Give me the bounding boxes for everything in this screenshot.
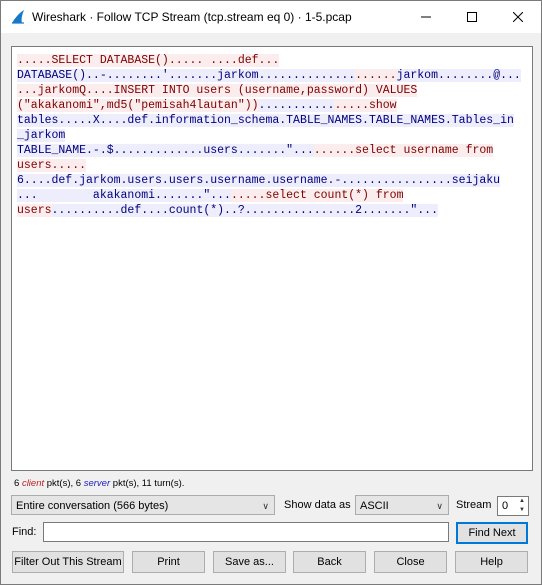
server-data: _jarkom xyxy=(17,129,66,142)
stream-line: users..........def....count(*)..?.......… xyxy=(17,203,527,218)
stream-line: tables.....X....def.information_schema.T… xyxy=(17,113,527,128)
spin-up-icon[interactable]: ▲ xyxy=(517,497,527,506)
close-icon xyxy=(513,12,523,22)
follow-stream-window: Wireshark · Follow TCP Stream (tcp.strea… xyxy=(0,0,542,585)
server-data: ... akakanomi......."... xyxy=(17,189,231,202)
stream-label: Stream xyxy=(456,499,492,511)
close-window-button[interactable] xyxy=(495,1,541,33)
conversation-select-value: Entire conversation (566 bytes) xyxy=(16,500,169,512)
stream-line: users..... xyxy=(17,158,527,173)
stream-stats: 6 client pkt(s), 6 server pkt(s), 11 tur… xyxy=(14,478,184,489)
find-label: Find: xyxy=(12,526,37,538)
minimize-button[interactable] xyxy=(403,1,449,33)
conversation-select[interactable]: Entire conversation (566 bytes) ∨ xyxy=(11,495,275,515)
show-data-value: ASCII xyxy=(360,500,389,512)
client-data: ...jarkomQ....INSERT INTO users (usernam… xyxy=(17,84,418,97)
client-data: .....select count(*) from xyxy=(230,189,404,202)
find-input[interactable] xyxy=(43,522,449,542)
minimize-icon xyxy=(421,16,431,18)
server-data: ..........def....count(*)..?............… xyxy=(51,204,438,217)
client-label: client xyxy=(21,478,45,489)
stream-line: 6....def.jarkom.users.users.username.use… xyxy=(17,173,527,188)
find-next-button[interactable]: Find Next xyxy=(456,522,528,544)
show-data-select[interactable]: ASCII ∨ xyxy=(355,495,449,515)
client-count: 6 xyxy=(14,478,20,489)
stream-content: .....SELECT DATABASE()..... ....def... DA… xyxy=(17,53,527,218)
title-bar[interactable]: Wireshark · Follow TCP Stream (tcp.strea… xyxy=(1,1,541,33)
chevron-down-icon: ∨ xyxy=(436,501,443,511)
stream-line: ... akakanomi......."........select coun… xyxy=(17,188,527,203)
back-button[interactable]: Back xyxy=(293,551,366,573)
client-data: users..... xyxy=(17,159,87,172)
server-data: DATABASE()..-........'.......jarkom.....… xyxy=(17,69,356,82)
chevron-down-icon: ∨ xyxy=(262,501,269,511)
stream-spinbox[interactable]: 0 ▲ ▼ xyxy=(497,496,529,516)
stream-line: TABLE_NAME.-.$.............users......."… xyxy=(17,143,527,158)
spin-down-icon[interactable]: ▼ xyxy=(517,506,527,515)
server-data: TABLE_NAME.-.$.............users......."… xyxy=(17,144,314,157)
server-count: 6 xyxy=(75,478,82,489)
client-data: .....show xyxy=(334,99,397,112)
server-data: tables.....X....def.information_schema.T… xyxy=(17,114,514,127)
stream-line: DATABASE()..-........'.......jarkom.....… xyxy=(17,68,527,83)
show-data-label: Show data as xyxy=(284,499,351,511)
client-data: ("akakanomi",md5("pemisah4lautan")) xyxy=(17,99,259,112)
client-data: ...... xyxy=(355,69,397,82)
server-data: jarkom........@... xyxy=(396,69,521,82)
stream-text-area[interactable]: .....SELECT DATABASE()..... ....def... DA… xyxy=(11,46,533,471)
maximize-button[interactable] xyxy=(449,1,495,33)
maximize-icon xyxy=(467,12,477,22)
server-label: server xyxy=(83,478,111,489)
client-suffix: pkt(s), xyxy=(44,478,76,489)
help-button[interactable]: Help xyxy=(455,551,528,573)
window-title: Wireshark · Follow TCP Stream (tcp.strea… xyxy=(32,10,352,24)
stream-line: .....SELECT DATABASE()..... ....def... xyxy=(17,53,527,68)
save-as-button[interactable]: Save as... xyxy=(213,551,286,573)
close-button[interactable]: Close xyxy=(374,551,447,573)
stream-line: _jarkom xyxy=(17,128,527,143)
client-data: users xyxy=(17,204,52,217)
server-data: 6....def.jarkom.users.users.username.use… xyxy=(17,174,501,187)
server-data: ........... xyxy=(258,99,335,112)
print-button[interactable]: Print xyxy=(132,551,205,573)
client-data: .....SELECT DATABASE()..... ....def... xyxy=(17,54,280,67)
server-suffix: pkt(s), 11 turn(s). xyxy=(110,478,185,489)
stream-line: ...jarkomQ....INSERT INTO users (usernam… xyxy=(17,83,527,98)
wireshark-fin-icon xyxy=(10,9,26,25)
stream-line: ("akakanomi",md5("pemisah4lautan")).....… xyxy=(17,98,527,113)
filter-out-stream-button[interactable]: Filter Out This Stream xyxy=(12,551,124,573)
client-data: ......select username from xyxy=(313,144,494,157)
stream-number: 0 xyxy=(502,500,509,512)
